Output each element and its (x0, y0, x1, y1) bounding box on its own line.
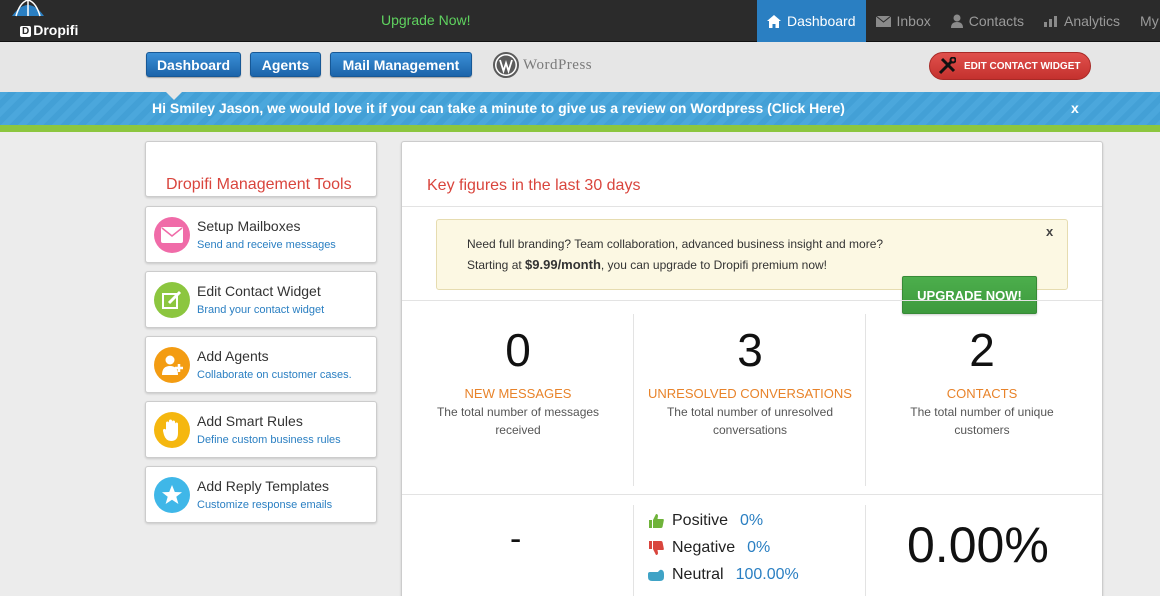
edit-contact-widget-button[interactable]: EDIT CONTACT WIDGET (929, 52, 1091, 80)
stat-description: The total number of unique customers (910, 405, 1054, 437)
tool-title: Setup Mailboxes (197, 218, 301, 234)
sentiment-neutral: Neutral 100.00% (648, 564, 799, 586)
stat-new-messages: 0 NEW MESSAGES The total number of messa… (402, 315, 634, 485)
home-icon (767, 14, 781, 28)
upgrade-now-link[interactable]: Upgrade Now! (381, 12, 471, 28)
nav-dashboard-label: Dashboard (787, 13, 856, 29)
stat-value: 3 (737, 324, 763, 376)
promo-close-button[interactable]: x (1046, 224, 1053, 239)
sentiment-label: Positive (672, 512, 729, 529)
sentiment-value: 100.00% (735, 566, 799, 583)
sentiment-label: Neutral (672, 566, 724, 583)
tool-add-reply-templates[interactable]: Add Reply Templates Customize response e… (145, 466, 377, 523)
tool-add-agents[interactable]: Add Agents Collaborate on customer cases… (145, 336, 377, 393)
banner-close-button[interactable]: x (1071, 100, 1079, 116)
divider (402, 300, 1102, 301)
star-icon (154, 477, 190, 513)
tool-add-smart-rules[interactable]: Add Smart Rules Define custom business r… (145, 401, 377, 458)
tool-title: Add Agents (197, 348, 269, 364)
tool-subtitle: Brand your contact widget (197, 304, 325, 316)
add-agent-icon (154, 347, 190, 383)
hand-icon (154, 412, 190, 448)
key-figures-panel: Key figures in the last 30 days Need ful… (401, 141, 1103, 596)
sentiment-positive: Positive 0% (648, 510, 763, 532)
promo-line-2: Starting at $9.99/month, you can upgrade… (467, 257, 828, 272)
stat-value: 2 (969, 324, 995, 376)
stat-label: NEW MESSAGES (464, 386, 572, 401)
edit-contact-widget-label: EDIT CONTACT WIDGET (964, 60, 1081, 72)
nav-analytics-label: Analytics (1064, 13, 1121, 29)
mailbox-icon (154, 217, 190, 253)
tool-subtitle: Send and receive messages (197, 239, 336, 251)
wordpress-label: WordPress (523, 56, 593, 73)
dropifi-logo[interactable]: D Dropifi (6, 0, 96, 42)
stat-label: UNRESOLVED CONVERSATIONS (648, 386, 852, 401)
sub-nav-bar: Dashboard Agents Mail Management WordPre… (0, 42, 1160, 92)
tool-edit-contact-widget[interactable]: Edit Contact Widget Brand your contact w… (145, 271, 377, 328)
tools-icon (938, 57, 956, 75)
promo-line-1: Need full branding? Team collaboration, … (467, 237, 884, 251)
tool-title: Edit Contact Widget (197, 283, 321, 299)
sentiment-label: Negative (672, 539, 736, 556)
sentiment-value: 0% (740, 512, 764, 529)
tool-title: Add Smart Rules (197, 413, 303, 429)
response-time-value: - (510, 520, 522, 558)
nav-inbox-label: Inbox (896, 13, 931, 29)
promo-price: $9.99/month (525, 257, 601, 272)
tool-setup-mailboxes[interactable]: Setup Mailboxes Send and receive message… (145, 206, 377, 263)
envelope-icon (875, 15, 891, 27)
nav-analytics[interactable]: Analytics (1034, 0, 1130, 42)
upgrade-now-button[interactable]: UPGRADE NOW! (902, 276, 1037, 314)
agents-button[interactable]: Agents (250, 52, 321, 77)
divider (402, 494, 1102, 495)
top-bar: D Dropifi Upgrade Now! Dashboard Inbox Co… (0, 0, 1160, 42)
edit-icon (154, 282, 190, 318)
bar-chart-icon (1044, 16, 1057, 27)
sentiment-negative: Negative 0% (648, 537, 770, 559)
nav-my[interactable]: My (1130, 0, 1159, 42)
umbrella-icon (12, 0, 44, 17)
nav-my-label: My (1140, 13, 1159, 29)
column-divider (633, 505, 634, 596)
dashboard-button[interactable]: Dashboard (146, 52, 241, 77)
neutral-hand-icon (648, 569, 664, 581)
brand-badge: D (20, 26, 32, 37)
nav-contacts[interactable]: Contacts (941, 0, 1034, 42)
rate-percentage: 0.00% (907, 517, 1049, 573)
sidebar-title: Dropifi Management Tools (166, 176, 352, 193)
review-banner-text[interactable]: Hi Smiley Jason, we would love it if you… (152, 100, 845, 116)
sentiment-value: 0% (747, 539, 771, 556)
tool-subtitle: Customize response emails (197, 499, 333, 511)
tool-subtitle: Collaborate on customer cases. (197, 369, 352, 381)
stat-label: CONTACTS (946, 386, 1018, 401)
stat-unresolved-conversations: 3 UNRESOLVED CONVERSATIONS The total num… (634, 315, 866, 485)
panel-title: Key figures in the last 30 days (427, 177, 641, 194)
green-divider (0, 125, 1160, 132)
tool-title: Add Reply Templates (197, 478, 330, 494)
stat-value: 0 (505, 324, 531, 376)
stat-contacts: 2 CONTACTS The total number of unique cu… (866, 315, 1098, 485)
divider (402, 206, 1102, 207)
user-icon (950, 14, 963, 28)
brand-name: Dropifi (33, 22, 79, 38)
thumbs-up-icon (649, 514, 664, 528)
stat-description: The total number of messages received (436, 405, 600, 437)
column-divider (865, 505, 866, 596)
top-nav: Dashboard Inbox Contacts Analytics My (757, 0, 1159, 42)
banner-notch (166, 92, 182, 100)
sidebar-header: Dropifi Management Tools (145, 141, 377, 197)
nav-contacts-label: Contacts (968, 13, 1024, 29)
nav-inbox[interactable]: Inbox (866, 0, 941, 42)
wordpress-icon (493, 52, 519, 78)
tool-subtitle: Define custom business rules (197, 434, 341, 446)
nav-dashboard[interactable]: Dashboard (757, 0, 866, 42)
thumbs-down-icon (649, 541, 664, 555)
mail-management-button[interactable]: Mail Management (330, 52, 472, 77)
stat-description: The total number of unresolved conversat… (666, 405, 834, 437)
wordpress-logo[interactable]: WordPress (493, 51, 592, 79)
